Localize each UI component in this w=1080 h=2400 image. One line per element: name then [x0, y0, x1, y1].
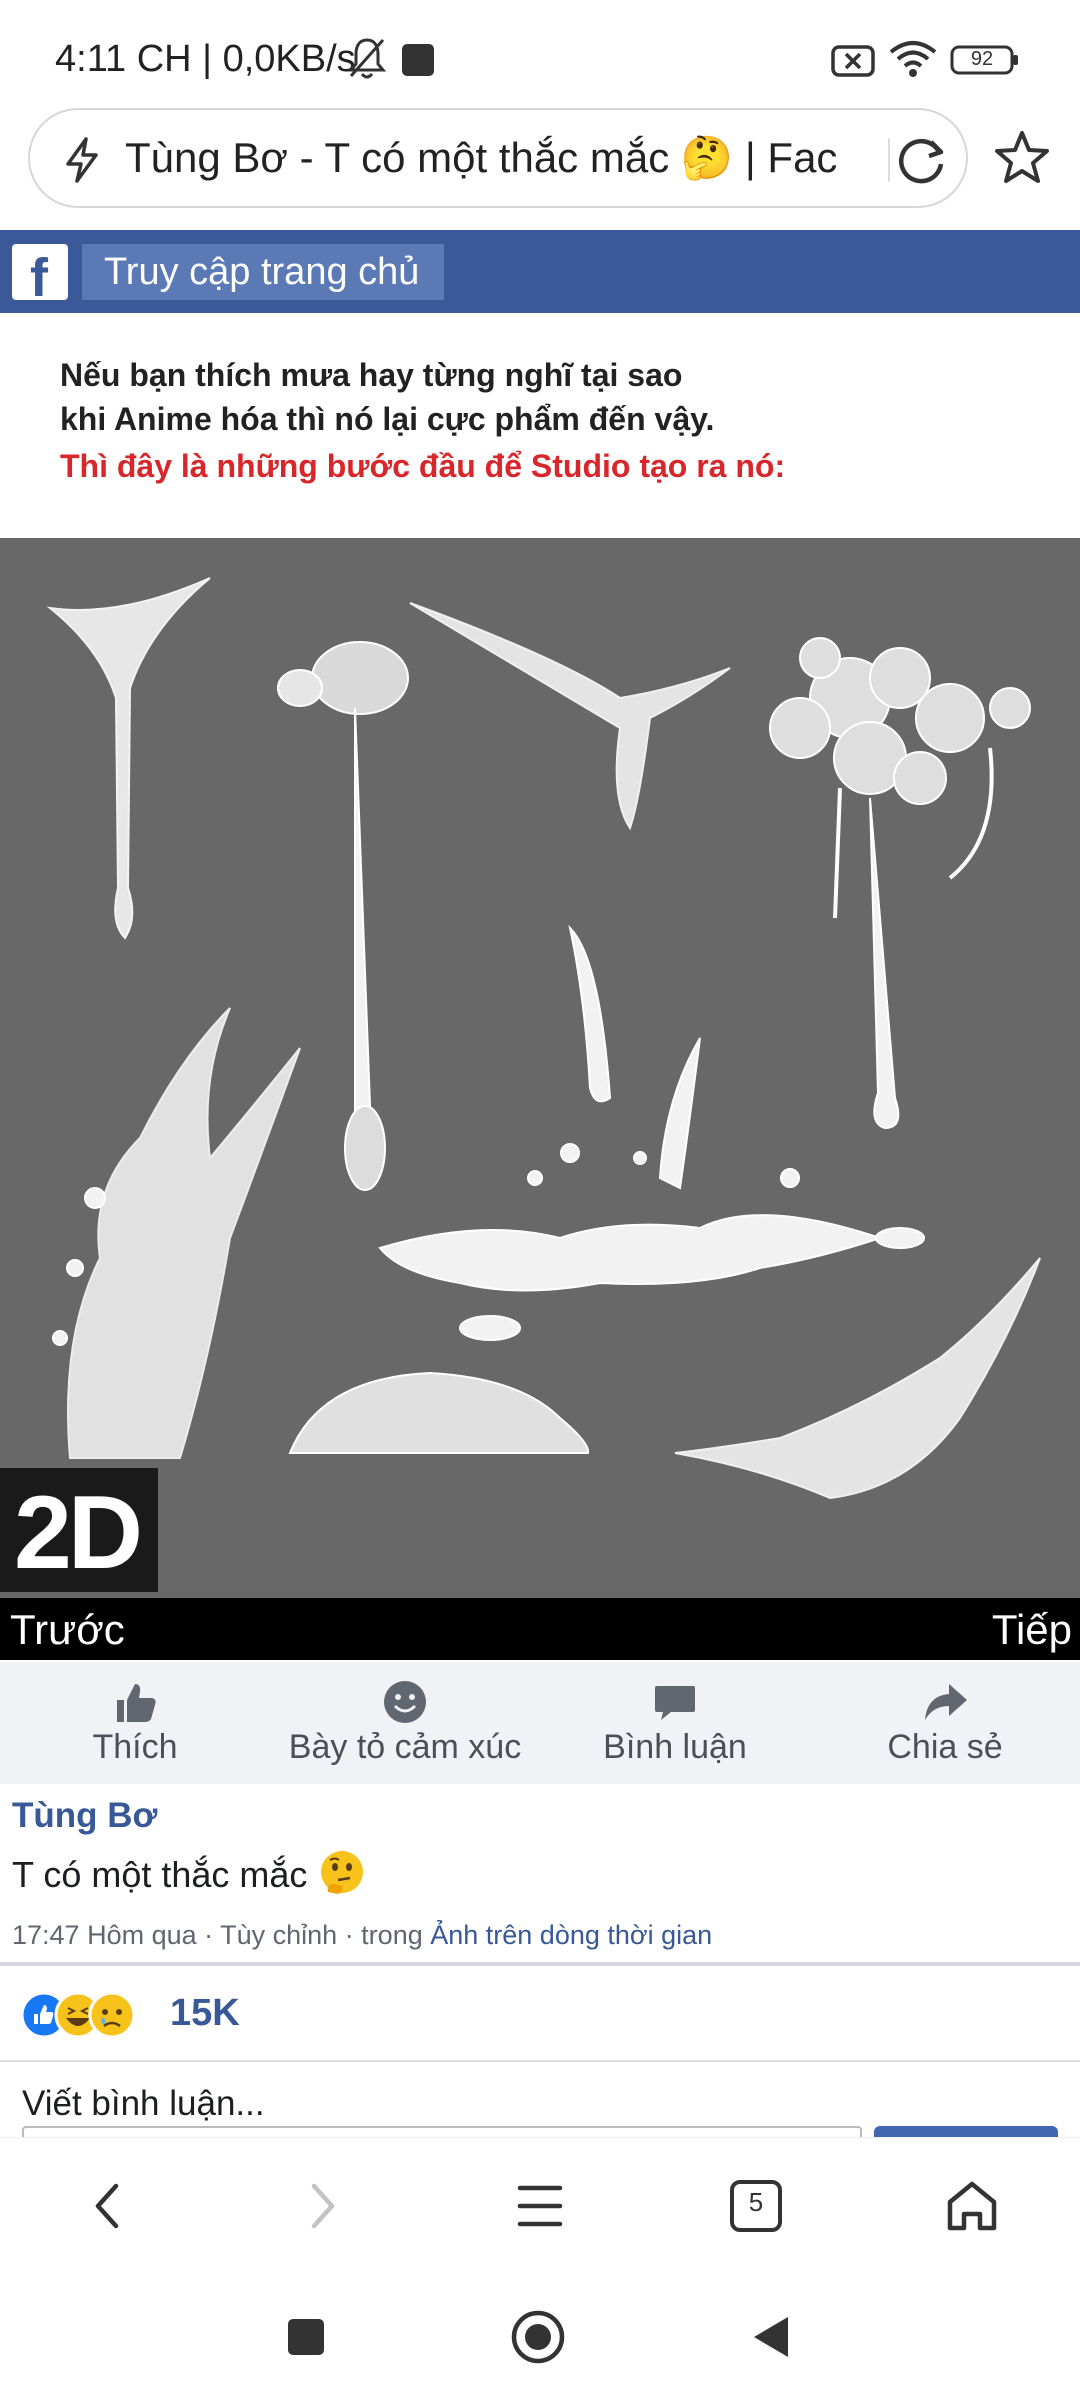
react-button[interactable]: Bày tỏ cảm xúc — [270, 1662, 540, 1784]
comment-bubble-icon — [655, 1686, 695, 1720]
address-divider — [888, 138, 890, 182]
share-button[interactable]: Chia sẻ — [810, 1662, 1080, 1784]
comment-prompt: Viết bình luận... — [22, 2084, 265, 2123]
like-label: Thích — [92, 1728, 178, 1766]
2d-badge: 2D — [0, 1468, 158, 1592]
post-text: T có một thắc mắc — [12, 1854, 308, 1895]
no-sim-icon — [831, 45, 875, 77]
thinking-face-icon — [321, 1851, 363, 1894]
comment-input[interactable] — [22, 2126, 862, 2137]
share-arrow-icon — [925, 1684, 967, 1720]
tabs-button[interactable]: 5 — [724, 2174, 788, 2238]
mute-bell-icon — [347, 38, 387, 79]
photo-nav-strip: Trước Tiếp — [0, 1598, 1080, 1660]
home-link-button[interactable]: Truy cập trang chủ — [82, 244, 444, 300]
wifi-icon — [889, 41, 937, 77]
reactions-summary[interactable]: 15K — [0, 1966, 1080, 2061]
forward-button[interactable] — [290, 2174, 354, 2238]
back-arrow-icon — [95, 2183, 119, 2229]
facebook-logo-icon[interactable]: f — [12, 244, 68, 308]
forward-arrow-icon — [311, 2183, 335, 2229]
reaction-count[interactable]: 15K — [170, 1992, 240, 2035]
back-triangle-icon[interactable] — [750, 2313, 792, 2361]
post-action-bar: Thích Bày tỏ cảm xúc Bình luận Chia sẻ — [0, 1662, 1080, 1784]
post-info: Tùng Bơ T có một thắc mắc 17:47 Hôm qua … — [0, 1784, 1080, 1964]
menu-icon — [517, 2185, 563, 2227]
post-comment-button[interactable] — [874, 2126, 1058, 2137]
caption-line-1: Nếu bạn thích mưa hay từng nghĩ tại sao — [60, 357, 683, 393]
menu-button[interactable] — [508, 2174, 572, 2238]
post-meta: 17:47 Hôm qua · Tùy chỉnh · trong Ảnh tr… — [12, 1920, 712, 1951]
comment-button[interactable]: Bình luận — [540, 1662, 810, 1784]
next-photo-link[interactable]: Tiếp — [992, 1606, 1072, 1654]
battery-indicator: 92 — [950, 44, 1020, 76]
like-button[interactable]: Thích — [0, 1662, 270, 1784]
system-navigation-bar — [0, 2277, 1080, 2400]
bookmark-star-icon[interactable] — [992, 128, 1052, 188]
address-bar[interactable]: Tùng Bơ - T có một thắc mắc 🤔 | Fac — [28, 108, 968, 208]
home-button[interactable] — [940, 2174, 1004, 2238]
reload-icon[interactable] — [895, 134, 951, 186]
sad-icon — [88, 1991, 136, 2039]
post-author[interactable]: Tùng Bơ — [12, 1796, 157, 1836]
previous-photo-link[interactable]: Trước — [10, 1606, 125, 1654]
back-button[interactable] — [76, 2174, 140, 2238]
react-label: Bày tỏ cảm xúc — [288, 1728, 522, 1766]
thumbs-up-icon — [117, 1684, 156, 1722]
status-time: 4:11 CH | 0,0KB/s — [55, 38, 356, 80]
recents-square-icon[interactable] — [286, 2317, 326, 2357]
water-drops-illustration — [46, 577, 1041, 1500]
browser-toolbar: 5 — [0, 2137, 1080, 2278]
url-text[interactable]: Tùng Bơ - T có một thắc mắc 🤔 | Fac — [125, 134, 885, 183]
comment-section: Viết bình luận... — [0, 2062, 1080, 2137]
lightning-icon — [66, 137, 98, 183]
home-circle-icon[interactable] — [510, 2309, 566, 2365]
caption-line-2: khi Anime hóa thì nó lại cực phẩm đến vậ… — [60, 401, 715, 437]
tab-count: 5 — [748, 2187, 764, 2217]
reaction-icons — [20, 1991, 136, 2039]
home-icon — [947, 2181, 997, 2231]
battery-level: 92 — [970, 48, 994, 70]
smiley-icon — [384, 1681, 426, 1723]
image-caption: Nếu bạn thích mưa hay từng nghĩ tại sao … — [0, 313, 1080, 538]
stop-icon — [402, 44, 434, 76]
facebook-header: f Truy cập trang chủ — [0, 230, 1080, 313]
caption-line-3: Thì đây là những bước đầu để Studio tạo … — [60, 448, 786, 484]
water-drops-artwork[interactable]: 2D — [0, 538, 1080, 1598]
status-bar: 4:11 CH | 0,0KB/s 92 — [0, 0, 1080, 105]
share-label: Chia sẻ — [887, 1728, 1003, 1766]
comment-label: Bình luận — [603, 1728, 747, 1766]
album-link[interactable]: Ảnh trên dòng thời gian — [430, 1920, 712, 1950]
post-timestamp: 17:47 Hôm qua · Tùy chỉnh · trong — [12, 1920, 431, 1950]
